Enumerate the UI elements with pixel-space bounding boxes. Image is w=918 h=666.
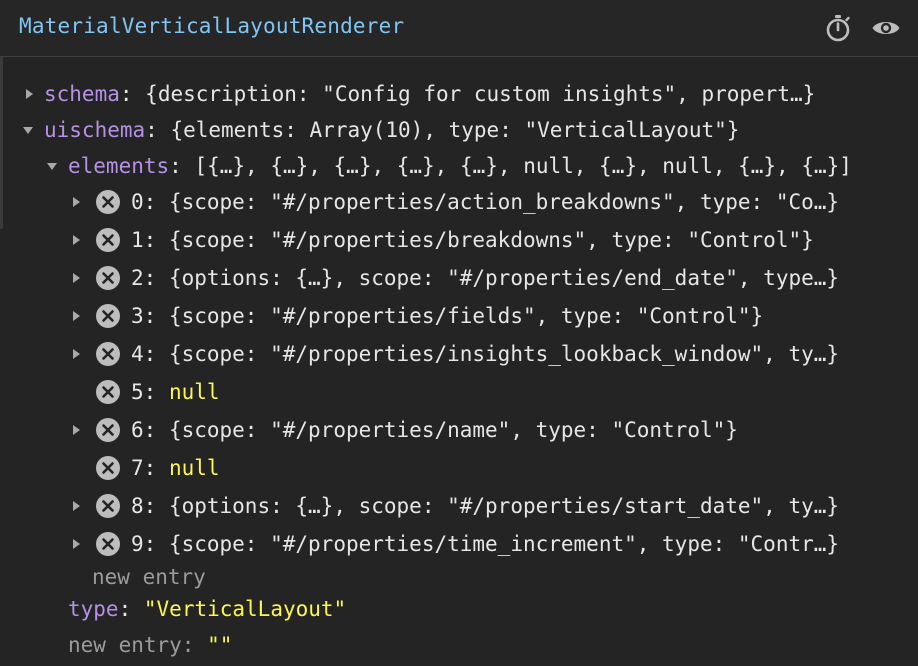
item-value: {scope: "#/properties/fields", type: "Co… bbox=[168, 304, 764, 328]
tree-row-content: new entry: "" bbox=[68, 626, 232, 664]
item-value: {scope: "#/properties/breakdowns", type:… bbox=[168, 228, 814, 252]
item-index: 6: bbox=[131, 418, 157, 442]
key-type: type bbox=[68, 597, 119, 621]
collapse-arrow-icon[interactable] bbox=[47, 163, 57, 170]
key-uischema: uischema bbox=[44, 118, 146, 142]
value-elements: [{…}, {…}, {…}, {…}, {…}, null, {…}, nul… bbox=[194, 154, 852, 178]
tree-row-content: 1: {scope: "#/properties/breakdowns", ty… bbox=[131, 221, 814, 259]
tree-row-content: 8: {options: {…}, scope: "#/properties/s… bbox=[131, 487, 839, 525]
component-title: MaterialVerticalLayoutRenderer bbox=[19, 14, 405, 38]
expand-arrow-icon[interactable] bbox=[26, 89, 33, 99]
expand-arrow-icon[interactable] bbox=[73, 425, 80, 435]
tree-row-content: 6: {scope: "#/properties/name", type: "C… bbox=[131, 411, 738, 449]
remove-item-icon[interactable] bbox=[95, 227, 121, 253]
key-schema: schema bbox=[44, 82, 120, 106]
item-value-null: null bbox=[168, 456, 220, 480]
component-header: MaterialVerticalLayoutRenderer bbox=[0, 0, 918, 57]
tree-row-content: 0: {scope: "#/properties/action_breakdow… bbox=[131, 183, 839, 221]
expand-arrow-icon[interactable] bbox=[73, 539, 80, 549]
key-separator: : bbox=[119, 82, 133, 106]
tree-row-content: 3: {scope: "#/properties/fields", type: … bbox=[131, 297, 763, 335]
item-value: {scope: "#/properties/time_increment", t… bbox=[168, 532, 840, 556]
value-uischema: {elements: Array(10), type: "VerticalLay… bbox=[170, 118, 740, 142]
key-separator: : bbox=[181, 633, 195, 657]
value-schema: {description: "Config for custom insight… bbox=[145, 82, 816, 106]
key-separator: : bbox=[145, 118, 158, 142]
expand-arrow-icon[interactable] bbox=[73, 197, 80, 207]
tree-row-content: 2: {options: {…}, scope: "#/properties/e… bbox=[131, 259, 839, 297]
tree-row-content: elements: [{…}, {…}, {…}, {…}, {…}, null… bbox=[68, 147, 852, 185]
item-index: 5: bbox=[131, 380, 157, 404]
remove-item-icon[interactable] bbox=[95, 455, 121, 481]
tree-row-content: schema: {description: "Config for custom… bbox=[44, 75, 815, 113]
tree-row-content: 4: {scope: "#/properties/insights_lookba… bbox=[131, 335, 839, 373]
item-value: {scope: "#/properties/insights_lookback_… bbox=[168, 342, 840, 366]
new-entry-value[interactable]: "" bbox=[207, 633, 232, 657]
remove-item-icon[interactable] bbox=[95, 341, 121, 367]
item-value: {options: {…}, scope: "#/properties/star… bbox=[168, 494, 840, 518]
remove-item-icon[interactable] bbox=[95, 189, 121, 215]
collapse-arrow-icon[interactable] bbox=[23, 127, 33, 134]
item-value: {scope: "#/properties/action_breakdowns"… bbox=[168, 190, 840, 214]
stopwatch-icon[interactable] bbox=[823, 13, 853, 43]
item-index: 2: bbox=[131, 266, 157, 290]
tree-row-content: type: "VerticalLayout" bbox=[68, 590, 346, 628]
new-entry-key[interactable]: new entry bbox=[68, 633, 182, 657]
key-separator: : bbox=[118, 597, 132, 621]
remove-item-icon[interactable] bbox=[95, 265, 121, 291]
remove-item-icon[interactable] bbox=[95, 303, 121, 329]
expand-arrow-icon[interactable] bbox=[73, 501, 80, 511]
item-index: 1: bbox=[131, 228, 157, 252]
remove-item-icon[interactable] bbox=[95, 379, 121, 405]
remove-item-icon[interactable] bbox=[95, 493, 121, 519]
item-value: {options: {…}, scope: "#/properties/end_… bbox=[168, 266, 840, 290]
remove-item-icon[interactable] bbox=[95, 417, 121, 443]
tree-row-content: 5: null bbox=[131, 373, 220, 411]
item-index: 3: bbox=[131, 304, 157, 328]
remove-item-icon[interactable] bbox=[95, 531, 121, 557]
devtools-panel: MaterialVerticalLayoutRenderer schema: {… bbox=[0, 0, 918, 666]
item-index: 4: bbox=[131, 342, 157, 366]
item-value-null: null bbox=[168, 380, 220, 404]
key-elements: elements bbox=[68, 154, 170, 178]
panel-edge bbox=[0, 57, 3, 229]
tree-row-content: 9: {scope: "#/properties/time_increment"… bbox=[131, 525, 839, 563]
item-index: 7: bbox=[131, 456, 157, 480]
expand-arrow-icon[interactable] bbox=[73, 273, 80, 283]
item-index: 8: bbox=[131, 494, 157, 518]
item-value: {scope: "#/properties/name", type: "Cont… bbox=[168, 418, 738, 442]
expand-arrow-icon[interactable] bbox=[73, 235, 80, 245]
eye-icon[interactable] bbox=[871, 13, 901, 43]
value-type: "VerticalLayout" bbox=[143, 597, 347, 621]
expand-arrow-icon[interactable] bbox=[73, 311, 80, 321]
item-index: 9: bbox=[131, 532, 157, 556]
key-separator: : bbox=[169, 154, 182, 178]
item-index: 0: bbox=[131, 190, 157, 214]
tree-row-content: uischema: {elements: Array(10), type: "V… bbox=[44, 111, 739, 149]
expand-arrow-icon[interactable] bbox=[73, 349, 80, 359]
tree-row-content: 7: null bbox=[131, 449, 220, 487]
